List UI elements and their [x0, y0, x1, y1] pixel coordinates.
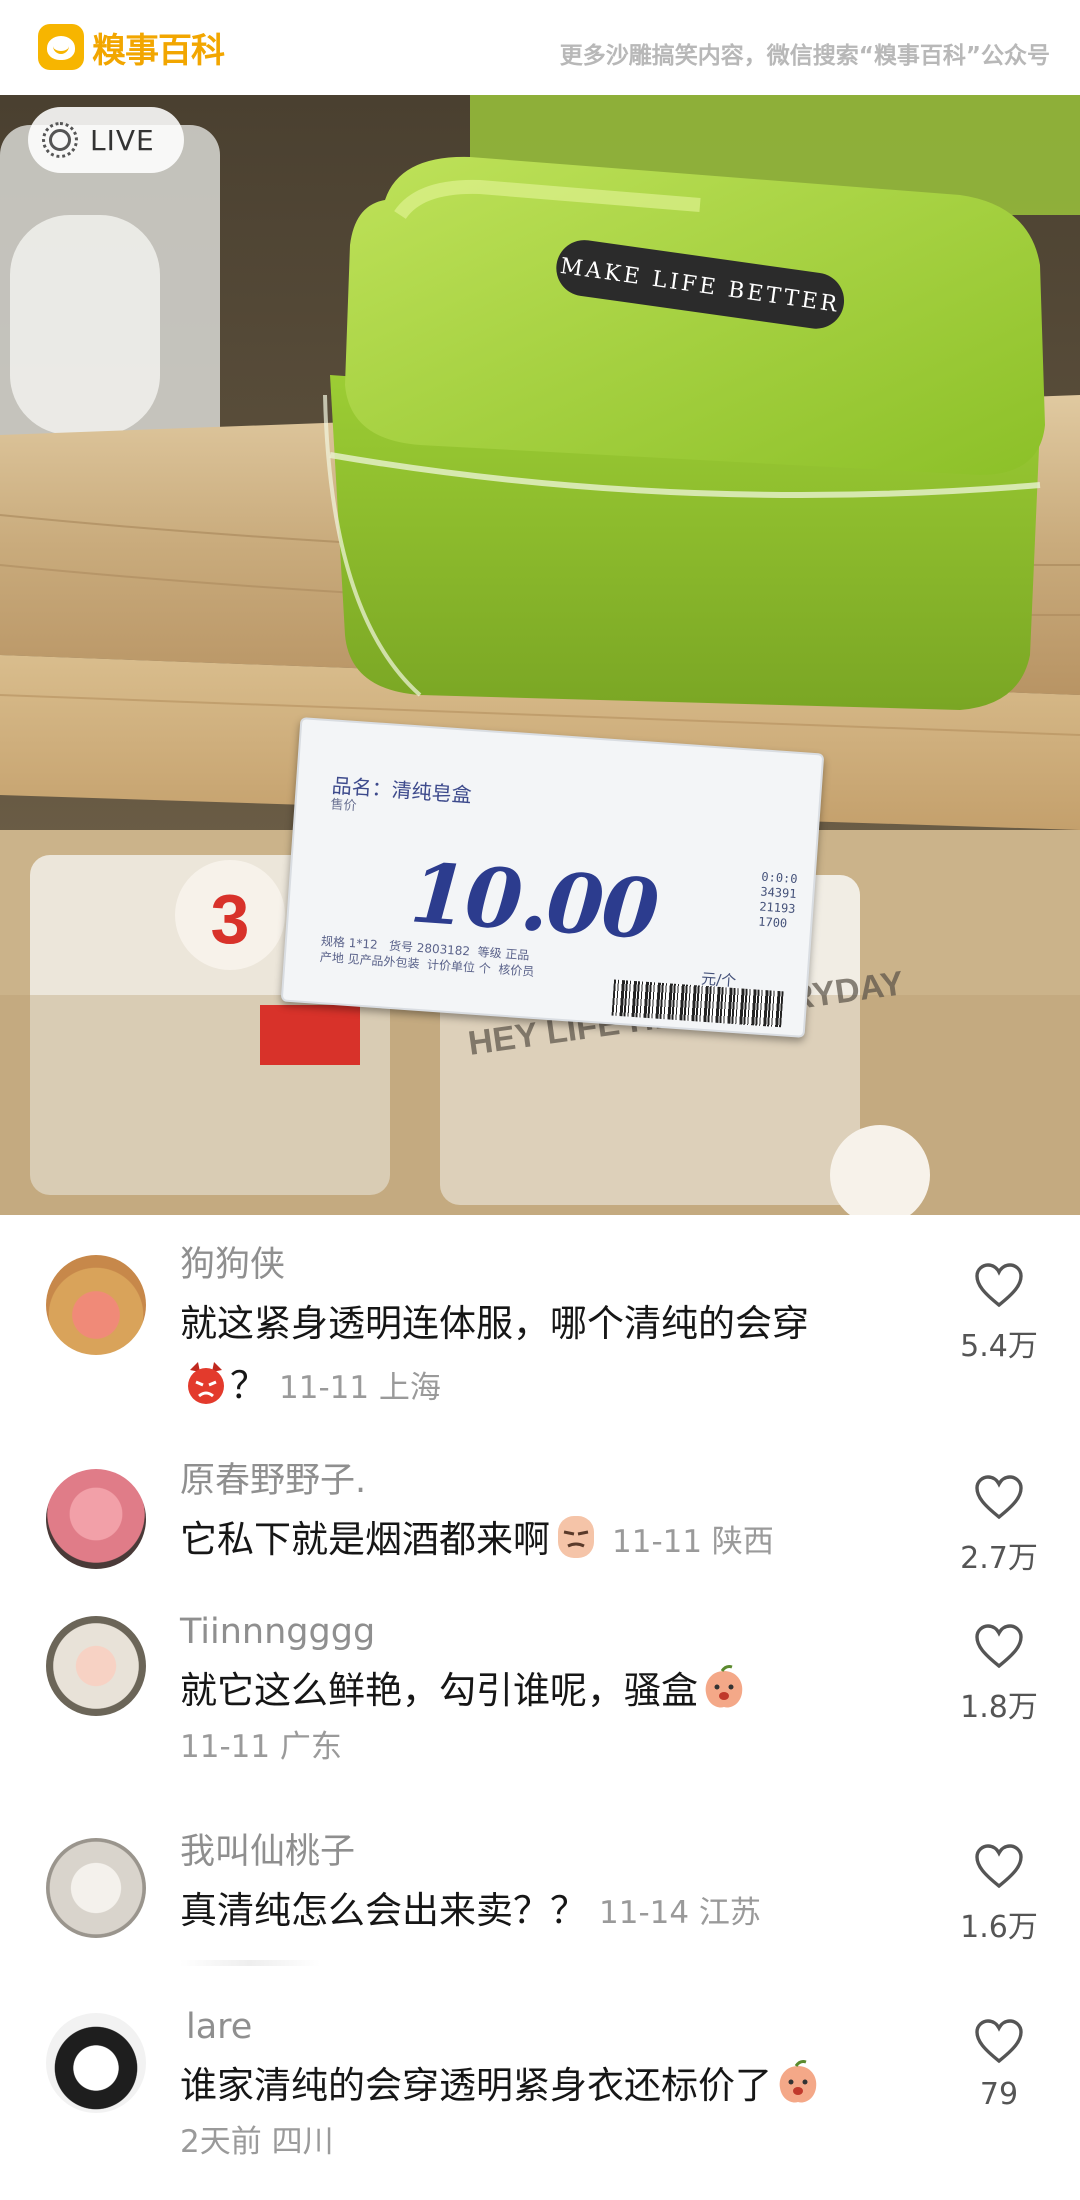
shelf-photo-illustration: MAKE LIFE BETTER 3 HEY LIFE HIGH EVERYDA…	[0, 95, 1080, 1215]
tag-codes: 0:0:0 34391 21193 1700	[757, 869, 798, 931]
comment-username[interactable]: 原春野野子.	[180, 1459, 940, 1503]
live-label: LIVE	[90, 123, 155, 157]
comment-username[interactable]: 我叫仙桃子	[180, 1830, 940, 1874]
comment-content: 真清纯怎么会出来卖？？	[180, 1889, 587, 1932]
comment-text: 真清纯怎么会出来卖？？ 11-14 江苏	[180, 1880, 940, 1944]
heart-icon	[975, 1844, 1023, 1889]
watermark-bar: 糗事百科 更多沙雕搞笑内容，微信搜索“糗事百科”公众号	[0, 0, 1080, 95]
barcode-icon	[611, 979, 784, 1028]
divider	[180, 1960, 320, 1966]
comment-body: 狗狗侠 就这紧身透明连体服，哪个清纯的会穿 ？ 11-11 上海	[180, 1243, 940, 1419]
avatar[interactable]	[46, 1255, 146, 1355]
like-button[interactable]: 1.6万	[944, 1844, 1054, 1946]
comment-content: 就这紧身透明连体服，哪个清纯的会穿	[180, 1302, 809, 1345]
peach-emoji-icon	[705, 1665, 743, 1708]
like-button[interactable]: 5.4万	[944, 1263, 1054, 1365]
avatar[interactable]	[46, 2013, 146, 2113]
comment-text: 就它这么鲜艳，勾引谁呢，骚盒	[180, 1660, 940, 1722]
post-photo[interactable]: MAKE LIFE BETTER 3 HEY LIFE HIGH EVERYDA…	[0, 95, 1080, 1215]
comment-text: 它私下就是烟酒都来啊 11-11 陕西	[180, 1509, 940, 1573]
comment-text: 就这紧身透明连体服，哪个清纯的会穿 ？ 11-11 上海	[180, 1293, 940, 1419]
brand-face-icon	[38, 24, 84, 70]
tag-sub-label: 售价	[330, 797, 358, 815]
like-button[interactable]: 1.8万	[944, 1624, 1054, 1726]
comment-meta: 11-11 广东	[180, 1729, 342, 1765]
live-photo-badge[interactable]: LIVE	[28, 107, 184, 173]
like-count: 1.6万	[960, 1910, 1038, 1945]
svg-text:3: 3	[211, 880, 250, 958]
comment-body: 原春野野子. 它私下就是烟酒都来啊 11-11 陕西	[180, 1459, 940, 1573]
comment-username[interactable]: lare	[186, 2005, 946, 2049]
like-button[interactable]: 79	[944, 2019, 1054, 2112]
comment-content: 谁家清纯的会穿透明紧身衣还标价了	[180, 2064, 772, 2107]
like-count: 5.4万	[960, 1329, 1038, 1364]
smirk-emoji-icon	[558, 1516, 594, 1558]
avatar[interactable]	[46, 1469, 146, 1569]
price-tag: 品名：清纯皂盒 售价 10.00 0:0:0 34391 21193 1700 …	[280, 717, 825, 1038]
comment-content-tail: ？	[230, 1364, 267, 1407]
comment-username[interactable]: Tiinnngggg	[180, 1610, 940, 1654]
peach-emoji-icon	[779, 2060, 817, 2103]
comment-body: 我叫仙桃子 真清纯怎么会出来卖？？ 11-14 江苏	[180, 1830, 940, 1944]
comment-meta: 11-11 陕西	[612, 1524, 774, 1560]
promo-text: 更多沙雕搞笑内容，微信搜索“糗事百科”公众号	[559, 43, 1050, 69]
brand-name: 糗事百科	[92, 30, 225, 71]
heart-icon	[975, 1263, 1023, 1308]
avatar[interactable]	[46, 1616, 146, 1716]
comment-meta: 2天前 四川	[180, 2124, 334, 2160]
like-count: 1.8万	[960, 1690, 1038, 1725]
heart-icon	[975, 2019, 1023, 2064]
angry-emoji-icon	[188, 1362, 224, 1404]
like-count: 79	[979, 2077, 1019, 2112]
comment-body: lare 谁家清纯的会穿透明紧身衣还标价了 2天前 四川	[180, 2005, 946, 2167]
live-icon	[42, 122, 78, 158]
like-count: 2.7万	[960, 1541, 1038, 1576]
like-button[interactable]: 2.7万	[944, 1475, 1054, 1577]
heart-icon	[975, 1624, 1023, 1669]
comment-meta: 11-11 上海	[279, 1370, 441, 1406]
comment-content: 就它这么鲜艳，勾引谁呢，骚盒	[180, 1669, 698, 1712]
comment-list: 狗狗侠 就这紧身透明连体服，哪个清纯的会穿 ？ 11-11 上海 5.4万 原春野…	[0, 1215, 1080, 2200]
comment-content: 它私下就是烟酒都来啊	[180, 1518, 550, 1561]
comment-meta: 11-14 江苏	[599, 1895, 761, 1931]
comment-body: Tiinnngggg 就它这么鲜艳，勾引谁呢，骚盒 11-11 广东	[180, 1610, 940, 1772]
comment-text: 谁家清纯的会穿透明紧身衣还标价了	[180, 2055, 946, 2117]
comment-username[interactable]: 狗狗侠	[180, 1243, 940, 1287]
avatar[interactable]	[46, 1838, 146, 1938]
brand-logo: 糗事百科	[38, 22, 225, 72]
heart-icon	[975, 1475, 1023, 1520]
